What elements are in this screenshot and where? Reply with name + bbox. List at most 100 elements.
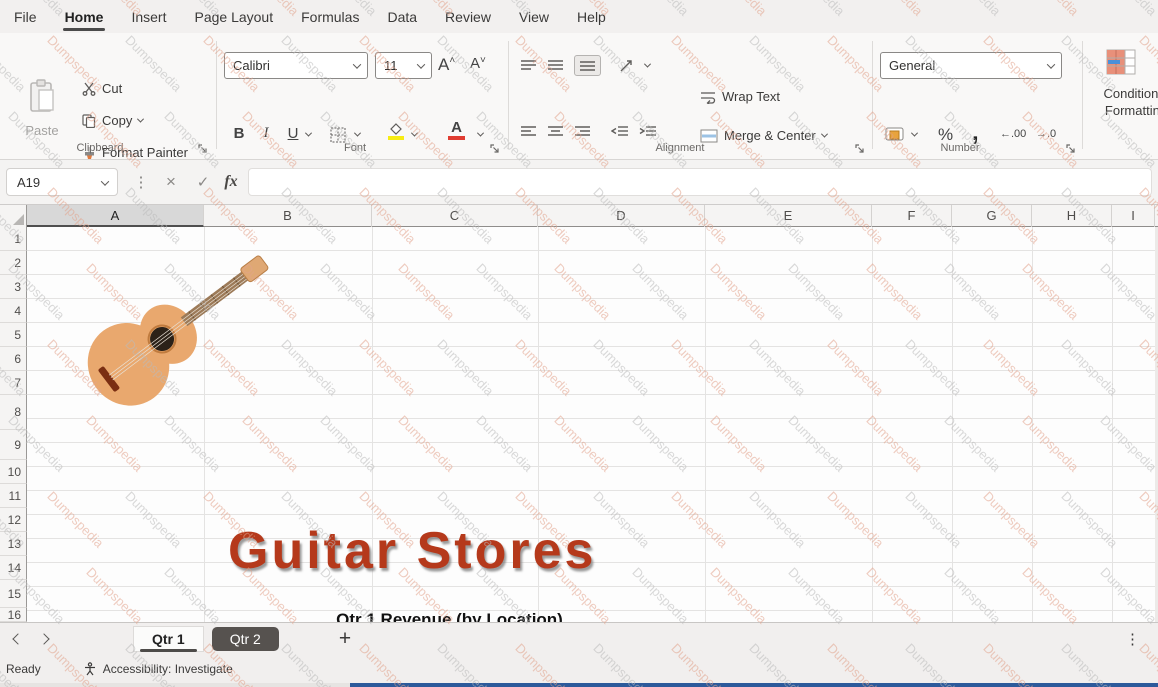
column-header-G[interactable]: G — [952, 205, 1032, 227]
borders-button[interactable] — [330, 127, 346, 143]
row-header-6[interactable]: 6 — [0, 347, 27, 371]
row-header-3[interactable]: 3 — [0, 275, 27, 299]
row-header-7[interactable]: 7 — [0, 371, 27, 395]
align-center-icon[interactable] — [547, 125, 564, 138]
sheet-tab-qtr1[interactable]: Qtr 1 — [133, 626, 204, 652]
orientation-dropdown-icon[interactable] — [644, 61, 651, 68]
tab-view[interactable]: View — [505, 0, 563, 33]
column-header-H[interactable]: H — [1032, 205, 1112, 227]
gridline — [705, 227, 706, 622]
row-header-10[interactable]: 10 — [0, 460, 27, 484]
row-header-1[interactable]: 1 — [0, 227, 27, 251]
formula-bar: A19 ⋮ × ✓ fx — [0, 160, 1158, 205]
bold-button[interactable]: B — [228, 125, 250, 142]
row-header-12[interactable]: 12 — [0, 508, 27, 532]
underline-dropdown-icon[interactable] — [305, 130, 312, 137]
align-middle-icon[interactable] — [547, 59, 564, 72]
cancel-icon[interactable]: × — [158, 168, 184, 196]
font-color-button[interactable]: A — [448, 121, 465, 140]
add-sheet-button[interactable]: + — [339, 627, 351, 651]
shrink-font-button[interactable]: A˅ — [470, 55, 486, 72]
wrap-text-button[interactable]: Wrap Text — [700, 89, 780, 104]
number-dialog-launcher-icon[interactable] — [1066, 144, 1076, 154]
clipboard-dialog-launcher-icon[interactable] — [198, 144, 208, 154]
borders-dropdown-icon[interactable] — [354, 130, 361, 137]
accounting-format-button[interactable] — [885, 127, 904, 141]
font-name-combobox[interactable]: Calibri — [224, 52, 368, 79]
accessibility-status[interactable]: Accessibility: Investigate — [103, 662, 233, 676]
column-header-I[interactable]: I — [1112, 205, 1155, 227]
copy-dropdown-icon[interactable] — [137, 116, 144, 123]
enter-icon[interactable]: ✓ — [190, 168, 216, 196]
bottom-edge-blue — [350, 683, 1158, 687]
align-left-icon[interactable] — [520, 125, 537, 138]
select-all-corner[interactable] — [0, 205, 27, 227]
paste-clipboard-icon — [27, 78, 57, 114]
name-box[interactable]: A19 — [6, 168, 118, 196]
column-header-B[interactable]: B — [204, 205, 372, 227]
merge-center-button[interactable]: Merge & Center — [700, 128, 827, 143]
align-right-icon[interactable] — [574, 125, 591, 138]
copy-button[interactable]: Copy — [82, 113, 143, 128]
gridline — [1112, 227, 1113, 622]
cut-button[interactable]: Cut — [82, 81, 122, 96]
conditional-formatting-button[interactable]: Conditional Formatting — [1086, 85, 1158, 119]
name-box-dropdown-icon — [101, 177, 109, 185]
column-header-F[interactable]: F — [872, 205, 952, 227]
insert-function-icon[interactable]: fx — [218, 168, 244, 196]
row-header-2[interactable]: 2 — [0, 251, 27, 275]
alignment-dialog-launcher-icon[interactable] — [855, 144, 865, 154]
row-header-11[interactable]: 11 — [0, 484, 27, 508]
column-header-A[interactable]: A — [27, 205, 204, 227]
tab-home[interactable]: Home — [51, 0, 118, 33]
formula-bar-more-icon[interactable]: ⋮ — [128, 168, 154, 196]
conditional-formatting-icon[interactable] — [1106, 49, 1136, 75]
tab-insert[interactable]: Insert — [117, 0, 180, 33]
row-header-15[interactable]: 15 — [0, 580, 27, 608]
status-ready: Ready — [6, 662, 41, 676]
formula-input[interactable] — [248, 168, 1152, 196]
accounting-dropdown-icon[interactable] — [911, 130, 918, 137]
gridline — [1032, 227, 1033, 622]
decrease-decimal-button[interactable]: →.0 — [1036, 128, 1056, 140]
sheet-nav-right-icon[interactable] — [38, 633, 49, 644]
merge-center-icon — [700, 129, 718, 143]
column-header-C[interactable]: C — [372, 205, 538, 227]
number-format-combobox[interactable]: General — [880, 52, 1062, 79]
column-header-E[interactable]: E — [705, 205, 872, 227]
number-format-value: General — [889, 58, 935, 73]
align-top-icon[interactable] — [520, 59, 537, 72]
sheet-nav-left-icon[interactable] — [12, 633, 23, 644]
tab-review[interactable]: Review — [431, 0, 505, 33]
font-color-dropdown-icon[interactable] — [477, 130, 484, 137]
increase-indent-icon[interactable] — [639, 125, 657, 138]
tab-help[interactable]: Help — [563, 0, 620, 33]
tab-page-layout[interactable]: Page Layout — [180, 0, 287, 33]
fill-color-dropdown-icon[interactable] — [411, 130, 418, 137]
column-header-D[interactable]: D — [538, 205, 705, 227]
align-bottom-icon-selected[interactable] — [574, 55, 601, 76]
column-headers: ABCDEFGHI — [0, 205, 1158, 227]
italic-button[interactable]: I — [255, 125, 277, 142]
row-header-5[interactable]: 5 — [0, 323, 27, 347]
row-header-16[interactable]: 16 — [0, 608, 27, 622]
decrease-indent-icon[interactable] — [611, 125, 629, 138]
text-orientation-icon[interactable] — [619, 59, 635, 73]
row-header-13[interactable]: 13 — [0, 532, 27, 556]
sheet-tabs-more-icon[interactable]: ⋮ — [1125, 630, 1140, 648]
font-dialog-launcher-icon[interactable] — [490, 144, 500, 154]
increase-decimal-button[interactable]: ←.00 — [1000, 128, 1026, 140]
underline-button[interactable]: U — [282, 125, 304, 142]
grow-font-button[interactable]: A˄ — [438, 55, 455, 75]
number-group-label: Number — [915, 142, 1005, 154]
row-header-9[interactable]: 9 — [0, 430, 27, 460]
tab-formulas[interactable]: Formulas — [287, 0, 373, 33]
tab-data[interactable]: Data — [373, 0, 431, 33]
font-size-combobox[interactable]: 11 — [375, 52, 432, 79]
fill-color-button[interactable] — [388, 123, 404, 140]
sheet-tab-qtr2[interactable]: Qtr 2 — [212, 627, 279, 651]
row-header-4[interactable]: 4 — [0, 299, 27, 323]
row-header-8[interactable]: 8 — [0, 395, 27, 430]
row-header-14[interactable]: 14 — [0, 556, 27, 580]
tab-file[interactable]: File — [0, 0, 51, 33]
